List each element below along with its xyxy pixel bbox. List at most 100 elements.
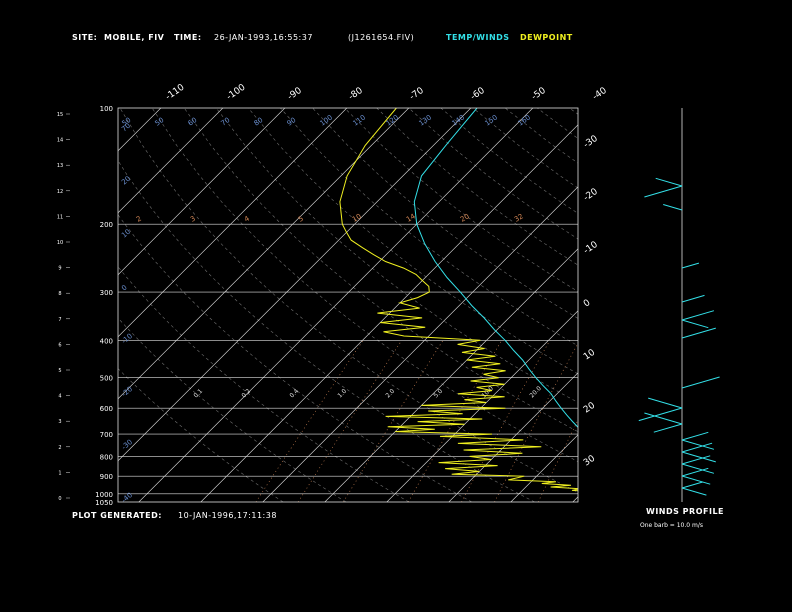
mixing-ratio-label: 0.1 (192, 388, 204, 400)
theta-label: 80 (253, 116, 265, 128)
pressure-label: 100 (100, 105, 113, 113)
isotherm-line (0, 108, 99, 502)
isotherm-line (0, 108, 37, 502)
mixing-ratio-lines (255, 340, 767, 502)
dry-adiabat (118, 317, 347, 502)
pressure-label: 1050 (95, 499, 113, 507)
pressure-label: 500 (100, 375, 113, 383)
isotherm-label: -50 (530, 86, 548, 103)
dry-adiabat (312, 108, 578, 319)
mixing-ratio-label: 4 (243, 214, 251, 223)
mixing-ratio-label: 5 (297, 215, 305, 224)
isotherm-label: 20 (582, 401, 597, 416)
height-tick-label: 5 (58, 368, 61, 374)
isotherm-line (448, 372, 578, 502)
mixing-ratio-line (581, 340, 657, 502)
pressure-label: 200 (100, 221, 113, 229)
pressure-label: 1000 (95, 491, 113, 499)
isotherm-label: 30 (582, 454, 597, 469)
wind-barb (653, 423, 683, 433)
pressure-label: 800 (100, 453, 113, 461)
isotherms (0, 108, 578, 502)
height-tick-label: 13 (57, 163, 63, 169)
isotherm-line (572, 496, 578, 502)
theta-label: 90 (286, 116, 298, 128)
dry-adiabat (215, 108, 578, 403)
dry-adiabat (118, 266, 410, 502)
height-tick-label: 9 (58, 266, 61, 272)
dry-adiabat (633, 108, 792, 502)
mixing-ratio-line (461, 340, 551, 502)
mixing-ratio-line (537, 419, 578, 502)
theta-label: 160 (517, 113, 533, 127)
dry-adiabat (119, 108, 578, 493)
height-tick-label: 11 (57, 214, 63, 220)
mixing-ratio-label: 0.4 (288, 388, 300, 400)
isotherm-label: -20 (582, 187, 600, 204)
theta-label: 120 (385, 113, 401, 127)
wind-barb (681, 439, 715, 450)
isotherm-line (118, 108, 472, 462)
height-tick-label: 2 (58, 445, 61, 451)
mixing-ratio-line (669, 340, 736, 502)
wind-barb (644, 185, 683, 198)
theta-label: 100 (319, 113, 335, 127)
mixing-ratio-label: 20 (459, 212, 471, 223)
mixing-ratio-line (704, 340, 767, 502)
theta-e-label: -30 (120, 438, 134, 451)
isobars (118, 223, 578, 495)
isotherm-label: -30 (582, 134, 600, 151)
mixing-ratio-label: 2.0 (384, 388, 396, 400)
theta-label: 130 (418, 113, 434, 127)
isotherm-line (118, 108, 224, 214)
dry-adiabat (440, 108, 578, 214)
isotherm-label: -10 (582, 240, 600, 257)
isotherm-line (200, 124, 578, 502)
dewpoint-trace (339, 108, 578, 492)
wind-barb (681, 451, 716, 463)
mixing-ratio-line (619, 340, 691, 502)
mixing-ratio-label: 32 (513, 212, 525, 223)
isotherm-label: -60 (469, 86, 487, 103)
skew-t-chart: 1002003004005006007008009001000105001234… (0, 82, 792, 507)
theta-e-label: 0 (120, 284, 129, 293)
isotherm-line (118, 108, 348, 338)
pressure-label: 400 (100, 337, 113, 345)
height-tick-label: 15 (57, 112, 63, 118)
height-tick-label: 0 (58, 496, 61, 502)
wind-barb (681, 310, 715, 321)
isotherm-label: 0 (582, 298, 593, 310)
theta-e-label: 10 (120, 228, 132, 240)
wind-barb (681, 431, 709, 441)
dry-adiabat (472, 108, 578, 189)
theta-e-label: -10 (120, 332, 134, 345)
theta-label: 150 (484, 113, 500, 127)
dry-adiabat (248, 108, 578, 375)
dry-adiabat (569, 108, 578, 115)
dry-adiabat (183, 108, 578, 433)
dry-adiabat (118, 368, 284, 502)
wind-barb (681, 467, 709, 477)
theta-e-label: 20 (120, 175, 132, 187)
dry-adiabat (666, 108, 792, 502)
isotherm-line (324, 248, 578, 502)
height-tick-label: 8 (58, 291, 61, 297)
mixing-ratio-label: 20.0 (528, 385, 543, 400)
isotherm-label: -70 (408, 86, 426, 103)
wind-barb (681, 475, 711, 485)
theta-label: 110 (352, 113, 368, 127)
mixing-ratio-label: 0.2 (240, 388, 252, 400)
dry-adiabats (118, 108, 792, 502)
height-tick-label: 7 (58, 317, 61, 323)
height-tick-label: 1 (58, 470, 61, 476)
dry-adiabat (537, 108, 578, 139)
wind-barb (681, 481, 703, 489)
isotherm-label: -100 (225, 82, 248, 102)
mixing-ratio-label: 1.0 (336, 388, 348, 400)
height-tick-label: 12 (57, 189, 63, 195)
winds-profile (638, 108, 720, 502)
chart-labels: 1002003004005006007008009001000105001234… (57, 82, 609, 507)
wind-barb (644, 412, 683, 425)
pressure-label: 700 (100, 431, 113, 439)
wind-barb (681, 294, 705, 303)
